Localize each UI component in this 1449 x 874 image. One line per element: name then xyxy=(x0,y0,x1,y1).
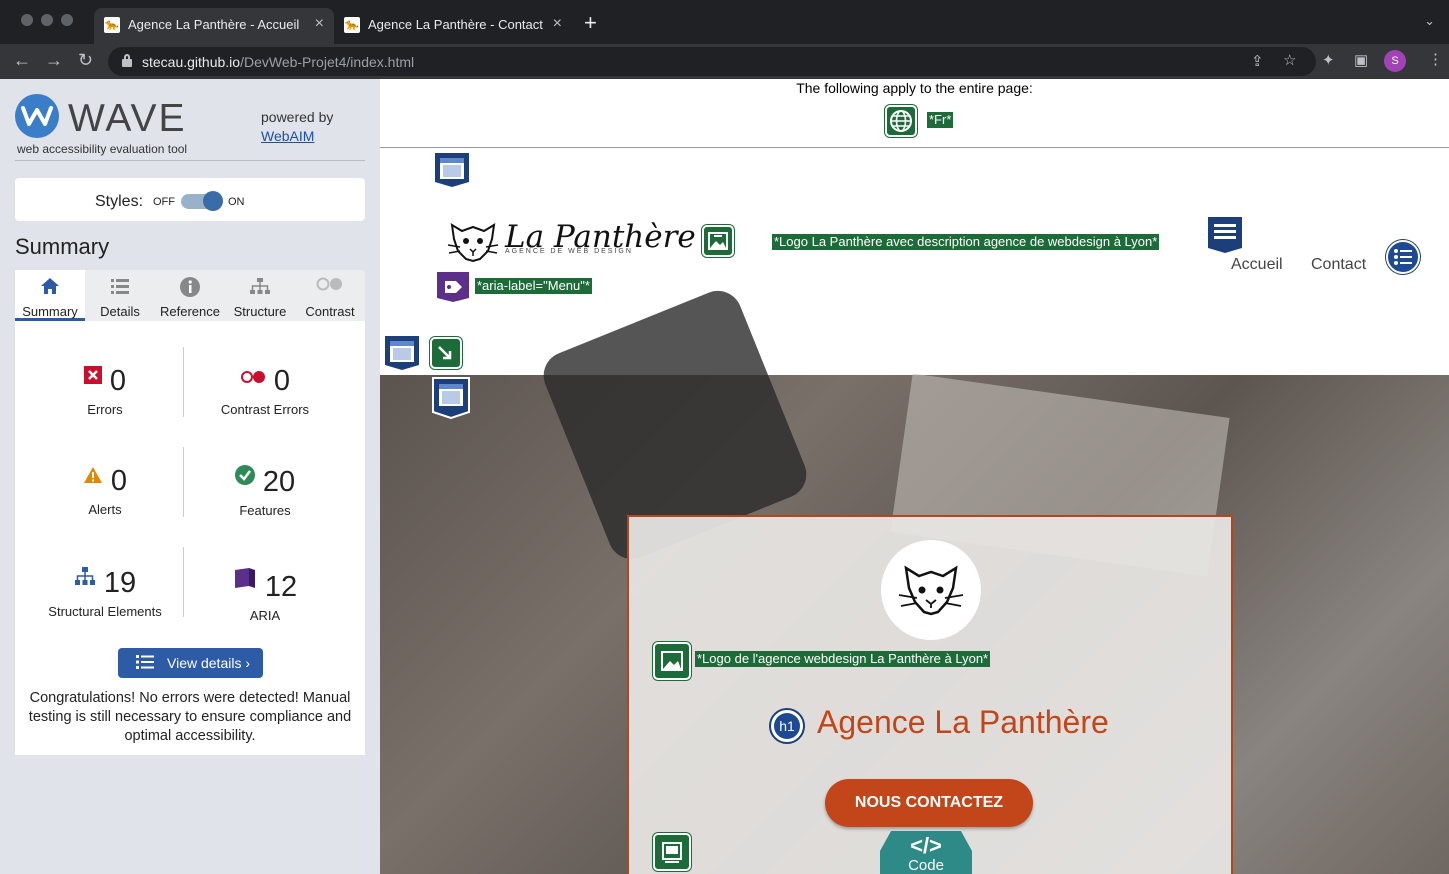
panther-favicon-icon: 🐆 xyxy=(344,17,360,33)
summary-heading: Summary xyxy=(15,234,110,259)
congratulations-message: Congratulations! No errors were detected… xyxy=(28,690,352,744)
errors-stat[interactable]: 0 Errors xyxy=(30,365,180,417)
bookmark-star-icon[interactable]: ☆ xyxy=(1283,52,1296,70)
error-x-icon xyxy=(83,366,102,389)
alert-triangle-icon xyxy=(83,466,103,489)
hierarchy-icon xyxy=(225,277,295,300)
image-alt-icon[interactable] xyxy=(653,642,691,680)
header-region-icon[interactable] xyxy=(434,152,470,188)
view-details-button[interactable]: View details › xyxy=(118,648,263,678)
window-close-control[interactable] xyxy=(21,14,33,26)
brand-subtitle: AGENCE DE WEB DESIGN xyxy=(505,248,633,255)
wave-title: WAVE xyxy=(68,97,187,140)
contrast-circles-icon xyxy=(295,277,365,296)
language-globe-icon[interactable] xyxy=(885,105,917,137)
window-zoom-control[interactable] xyxy=(61,14,73,26)
page-title: Agence La Panthère xyxy=(817,704,1109,740)
tab-title: Agence La Panthère - Contact xyxy=(368,17,543,32)
nav-accueil-link[interactable]: Accueil xyxy=(1231,256,1283,274)
structure-hierarchy-icon xyxy=(74,566,96,591)
browser-toolbar: ← → ↻ stecau.github.io/DevWeb-Projet4/in… xyxy=(0,44,1449,79)
code-element-icon[interactable]: </> Code xyxy=(880,831,972,874)
aria-stat[interactable]: 12 ARIA xyxy=(190,566,340,623)
aria-label-annotation: *aria-label="Menu"* xyxy=(475,278,592,294)
window-minimize-control[interactable] xyxy=(41,14,53,26)
navigation-region-icon[interactable] xyxy=(1207,216,1243,254)
contact-button[interactable]: NOUS CONTACTEZ xyxy=(825,779,1033,827)
tab-structure[interactable]: Structure xyxy=(225,270,295,321)
side-panel-icon[interactable]: ▣ xyxy=(1354,52,1368,70)
divider xyxy=(15,160,365,161)
h1-heading-icon[interactable]: h1 xyxy=(769,708,805,744)
tab-title: Agence La Panthère - Accueil xyxy=(128,17,300,32)
page-content: The following apply to the entire page: … xyxy=(380,79,1449,874)
card-logo-alt-label: *Logo de l'agence webdesign La Panthère … xyxy=(695,651,991,667)
close-tab-icon[interactable]: × xyxy=(315,15,324,33)
reload-icon[interactable]: ↻ xyxy=(78,50,93,70)
url-text[interactable]: stecau.github.io/DevWeb-Projet4/index.ht… xyxy=(142,54,414,70)
panther-favicon-icon: 🐆 xyxy=(104,17,120,33)
styles-on-label: ON xyxy=(228,196,245,208)
browser-tab-contact[interactable]: 🐆 Agence La Panthère - Contact × xyxy=(334,8,572,44)
styles-off-label: OFF xyxy=(153,196,175,208)
wave-tagline: web accessibility evaluation tool xyxy=(17,142,188,156)
panther-logo-image[interactable] xyxy=(881,540,981,640)
extensions-puzzle-icon[interactable]: ✦ xyxy=(1322,52,1335,70)
webaim-link[interactable]: WebAIM xyxy=(261,128,314,144)
wave-logo-icon xyxy=(15,94,59,138)
contrast-error-icon xyxy=(240,370,266,389)
skip-link-target-icon[interactable] xyxy=(430,337,462,369)
tab-search-chevron-icon[interactable]: ⌄ xyxy=(1424,13,1435,29)
share-icon[interactable]: ⇪ xyxy=(1251,53,1264,71)
tab-summary[interactable]: Summary xyxy=(15,270,85,321)
list-icon xyxy=(136,654,154,675)
wave-sidebar: WAVE web accessibility evaluation tool p… xyxy=(0,79,380,874)
structural-elements-stat[interactable]: 19 Structural Elements xyxy=(30,566,180,619)
browser-menu-icon[interactable]: ⋮ xyxy=(1428,51,1443,69)
linked-image-icon[interactable] xyxy=(702,225,734,257)
applies-text: The following apply to the entire page: xyxy=(796,80,1033,96)
divider xyxy=(183,347,184,417)
profile-avatar[interactable]: S xyxy=(1384,50,1406,72)
nav-contact-link[interactable]: Contact xyxy=(1311,256,1366,274)
contrast-errors-stat[interactable]: 0 Contrast Errors xyxy=(190,365,340,417)
styles-toggle-box: Styles: OFF ON xyxy=(15,178,365,221)
summary-panel: 0 Errors 0 Contrast Errors 0 Alerts 20 F… xyxy=(15,321,365,755)
wave-tabs: Summary Details Reference Structure Cont… xyxy=(15,270,365,321)
tab-contrast[interactable]: Contrast xyxy=(295,270,365,321)
lock-icon[interactable] xyxy=(122,54,132,67)
unordered-list-icon[interactable] xyxy=(1386,240,1420,274)
figure-image-icon[interactable] xyxy=(653,833,691,871)
language-label: *Fr* xyxy=(927,112,954,128)
section-region-icon[interactable] xyxy=(431,377,471,420)
hero-section: *Logo de l'agence webdesign La Panthère … xyxy=(380,283,1449,874)
forward-arrow-icon[interactable]: → xyxy=(45,50,63,70)
close-tab-icon[interactable]: × xyxy=(553,15,562,33)
tab-reference[interactable]: Reference xyxy=(155,270,225,321)
styles-toggle[interactable] xyxy=(181,191,223,211)
styles-label: Styles: xyxy=(95,193,144,210)
address-bar[interactable]: stecau.github.io/DevWeb-Projet4/index.ht… xyxy=(108,47,1316,76)
browser-tabstrip: 🐆 Agence La Panthère - Accueil × 🐆 Agenc… xyxy=(0,0,1449,44)
info-icon xyxy=(155,277,225,302)
powered-by-text: powered by xyxy=(261,109,334,125)
aria-cube-icon xyxy=(233,566,257,595)
hero-card: *Logo de l'agence webdesign La Panthère … xyxy=(627,515,1233,874)
aria-label-tag-icon[interactable] xyxy=(436,271,470,303)
browser-tab-accueil[interactable]: 🐆 Agence La Panthère - Accueil × xyxy=(94,8,334,44)
features-stat[interactable]: 20 Features xyxy=(190,465,340,518)
alerts-stat[interactable]: 0 Alerts xyxy=(30,465,180,517)
divider xyxy=(183,547,184,617)
logo-alt-label: *Logo La Panthère avec description agenc… xyxy=(772,234,1160,250)
back-arrow-icon[interactable]: ← xyxy=(13,50,31,70)
list-icon xyxy=(85,277,155,300)
page-level-annotations: The following apply to the entire page: … xyxy=(380,79,1449,148)
new-tab-icon[interactable]: + xyxy=(584,12,597,34)
divider xyxy=(183,447,184,517)
panther-logo-image[interactable] xyxy=(446,219,500,268)
check-circle-icon xyxy=(234,465,255,490)
home-icon xyxy=(15,277,85,300)
main-region-icon[interactable] xyxy=(384,335,420,371)
tab-details[interactable]: Details xyxy=(85,270,155,321)
